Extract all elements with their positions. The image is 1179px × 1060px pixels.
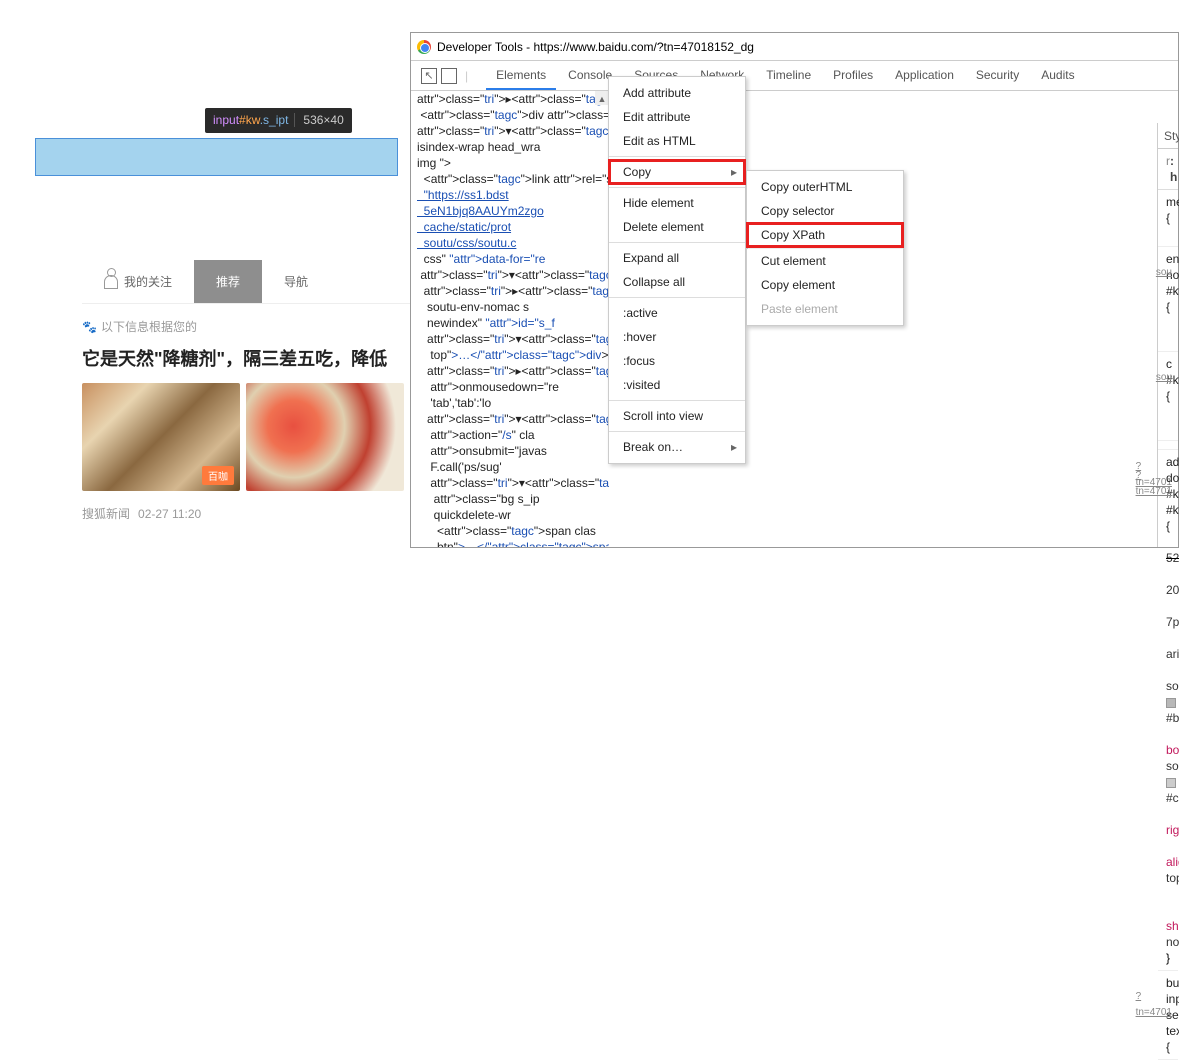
tab-styles[interactable]: Styles <box>1162 124 1179 148</box>
elements-row[interactable]: css" "attr">data-for="re <box>417 251 609 267</box>
styles-tabs: Styles Computed Event Listeners DOM Brea… <box>1158 123 1178 149</box>
device-toggle-icon[interactable] <box>441 68 457 84</box>
styles-filter[interactable]: r: h <box>1158 149 1178 190</box>
ctx-hide-element[interactable]: Hide element <box>609 191 745 215</box>
inspect-icon[interactable] <box>421 68 437 84</box>
elements-row[interactable]: attr">class="tri">▸<attr">class="tagc">s… <box>417 91 609 107</box>
ctx-scroll-into-view[interactable]: Scroll into view <box>609 404 745 428</box>
elements-row[interactable]: <attr">class="tagc">div attr">class="cle… <box>417 107 609 123</box>
elements-row[interactable]: attr">class="tri">▸<attr">class="tagc">d… <box>417 283 609 299</box>
ctx-active[interactable]: :active <box>609 301 745 325</box>
tab-label: 我的关注 <box>124 273 172 290</box>
ctx-break-on[interactable]: Break on… <box>609 435 745 459</box>
sub-copy-outerhtml[interactable]: Copy outerHTML <box>747 175 903 199</box>
ctx-copy[interactable]: Copy <box>609 160 745 184</box>
ctx-add-attribute[interactable]: Add attribute <box>609 81 745 105</box>
tab-audits[interactable]: Audits <box>1031 62 1084 90</box>
devtools-toolbar: | Elements Console Sources Network Timel… <box>411 61 1178 91</box>
tab-timeline[interactable]: Timeline <box>756 62 821 90</box>
feed-subtext: 🐾以下信息根据您的 <box>82 318 410 335</box>
styles-panel: Styles Computed Event Listeners DOM Brea… <box>1157 123 1178 547</box>
tab-security[interactable]: Security <box>966 62 1029 90</box>
sub-copy-element[interactable]: Copy element <box>747 273 903 297</box>
ctx-focus[interactable]: :focus <box>609 349 745 373</box>
elements-row[interactable]: soutu/css/soutu.c <box>417 235 609 251</box>
tab-navigation[interactable]: 导航 <box>262 260 330 303</box>
elements-row[interactable]: "https://ss1.bdst <box>417 187 609 203</box>
elements-row[interactable]: attr">class="tri">▾<attr">class="tagc">f… <box>417 411 609 427</box>
feed-tabs: 我的关注 推荐 导航 <box>82 260 410 304</box>
elements-row[interactable]: 5eN1bjq8AAUYm2zgo <box>417 203 609 219</box>
article-source: 搜狐新闻02-27 11:20 <box>82 505 410 522</box>
elements-row[interactable]: btn">…</"attr">class="tagc">spa <box>417 539 609 547</box>
elements-row[interactable]: <attr">class="tagc">span clas <box>417 523 609 539</box>
style-source-link[interactable]: sou <box>1156 370 1172 386</box>
sub-cut-element[interactable]: Cut element <box>747 249 903 273</box>
style-rule[interactable]: souenv-nomac #kw {ortant;} <box>1158 247 1178 352</box>
ctx-delete-element[interactable]: Delete element <box>609 215 745 239</box>
tab-application[interactable]: Application <box>885 62 964 90</box>
devtools-titlebar: Developer Tools - https://www.baidu.com/… <box>411 33 1178 61</box>
style-rule[interactable]: souc #kw {ortant;} <box>1158 352 1178 441</box>
paw-icon: 🐾 <box>82 320 97 334</box>
style-rule[interactable]: ?tn=4701ad_wrapper.s-down #kw, #kw {idth… <box>1158 450 1178 971</box>
tab-recommend[interactable]: 推荐 <box>194 260 262 303</box>
tab-my-follows[interactable]: 我的关注 <box>82 260 194 303</box>
elements-row[interactable]: isindex-wrap head_wra <box>417 139 609 155</box>
elements-row[interactable]: <attr">class="tagc">link attr">rel="styl… <box>417 171 609 187</box>
style-rule[interactable]: ?tn=4701button, input, select, textarea … <box>1158 971 1178 1060</box>
scroll-up-icon[interactable]: ▲ <box>595 91 609 105</box>
elements-row[interactable]: img "> <box>417 155 609 171</box>
article-thumbnails: 百咖 <box>82 383 410 491</box>
tab-label: 推荐 <box>216 273 240 290</box>
thumbnail[interactable] <box>246 383 404 491</box>
style-source-link[interactable]: ?tn=4701 <box>1136 468 1172 500</box>
elements-row[interactable]: 'tab','tab':'lo <box>417 395 609 411</box>
article-headline[interactable]: 它是天然"降糖剂"，隔三差五吃，降低 <box>82 345 410 371</box>
ctx-edit-as-html[interactable]: Edit as HTML <box>609 129 745 153</box>
style-source-link[interactable]: sou <box>1156 265 1172 281</box>
ctx-expand-all[interactable]: Expand all <box>609 246 745 270</box>
elements-panel[interactable]: ▲ attr">class="tri">▸<attr">class="tagc"… <box>411 91 609 547</box>
ctx-hover[interactable]: :hover <box>609 325 745 349</box>
elements-row[interactable]: attr">class="tri">▾<attr">class="tagc">d… <box>417 331 609 347</box>
ctx-collapse-all[interactable]: Collapse all <box>609 270 745 294</box>
sub-copy-selector[interactable]: Copy selector <box>747 199 903 223</box>
ctx-visited[interactable]: :visited <box>609 373 745 397</box>
style-source-link[interactable]: ?tn=4701 <box>1136 989 1172 1021</box>
elements-row[interactable]: quickdelete-wr <box>417 507 609 523</box>
tab-elements[interactable]: Elements <box>486 62 556 90</box>
person-icon <box>104 275 118 289</box>
elements-row[interactable]: top">…</"attr">class="tagc">div> <box>417 347 609 363</box>
sub-copy-xpath[interactable]: Copy XPath <box>747 223 903 247</box>
elements-row[interactable]: soutu-env-nomac s <box>417 299 609 315</box>
elements-row[interactable]: attr">onsubmit="javas <box>417 443 609 459</box>
style-rule[interactable]: ?tn=4701 <box>1158 441 1178 450</box>
elements-row[interactable]: attr">class="tri">▾<attr">class="tagc">d… <box>417 123 609 139</box>
style-rule[interactable]: ment.style {} <box>1158 190 1178 247</box>
inspected-element-highlight[interactable] <box>35 138 398 176</box>
elements-row[interactable]: attr">class="tri">▾<attr">class="tagc">s… <box>417 475 609 491</box>
elements-row[interactable]: cache/static/prot <box>417 219 609 235</box>
thumbnail-badge: 百咖 <box>202 466 234 485</box>
element-tooltip: input#kw.s_ipt536×40 <box>205 108 352 133</box>
elements-row[interactable]: attr">onmousedown="re <box>417 379 609 395</box>
thumbnail[interactable]: 百咖 <box>82 383 240 491</box>
copy-submenu: Copy outerHTML Copy selector Copy XPath … <box>746 170 904 326</box>
context-menu: Add attribute Edit attribute Edit as HTM… <box>608 76 746 464</box>
ctx-edit-attribute[interactable]: Edit attribute <box>609 105 745 129</box>
elements-row[interactable]: F.call('ps/sug' <box>417 459 609 475</box>
chrome-icon <box>417 40 431 54</box>
elements-row[interactable]: attr">action="/s" cla <box>417 427 609 443</box>
elements-row[interactable]: attr">class="tri">▸<attr">class="tagc">a… <box>417 363 609 379</box>
tab-label: 导航 <box>284 273 308 290</box>
tab-profiles[interactable]: Profiles <box>823 62 883 90</box>
window-title: Developer Tools - https://www.baidu.com/… <box>437 40 754 54</box>
elements-row[interactable]: newindex" "attr">id="s_f <box>417 315 609 331</box>
elements-row[interactable]: attr">class="bg s_ip <box>417 491 609 507</box>
elements-row[interactable]: attr">class="tri">▾<attr">class="tagc">d… <box>417 267 609 283</box>
sub-paste-element[interactable]: Paste element <box>747 297 903 321</box>
